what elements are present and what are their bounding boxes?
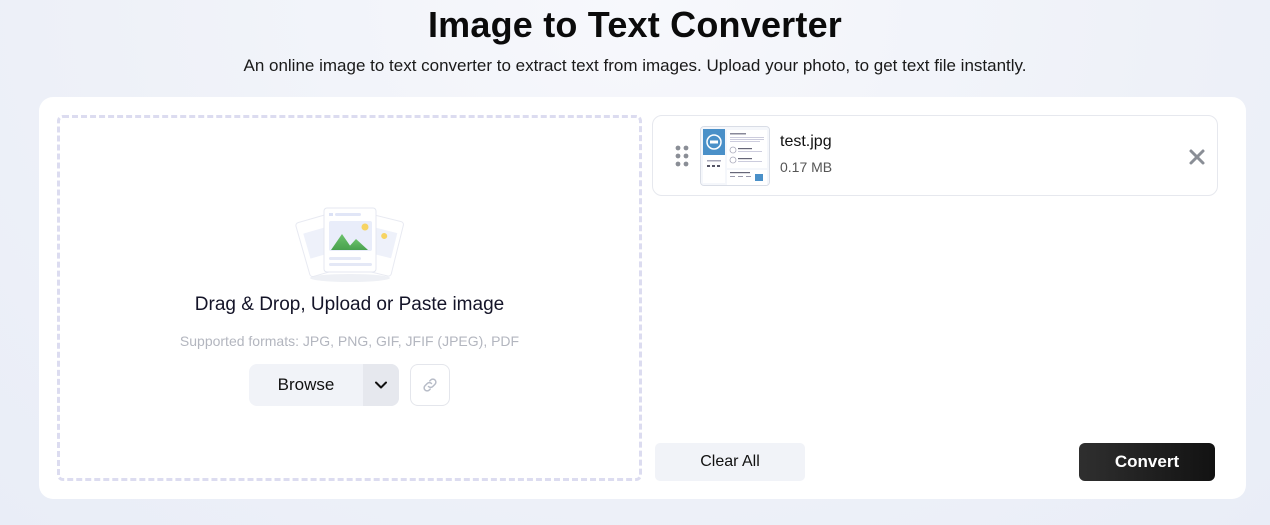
dropzone-title: Drag & Drop, Upload or Paste image — [194, 294, 505, 315]
page-subtitle: An online image to text converter to ext… — [243, 56, 1027, 75]
link-icon — [423, 378, 437, 392]
file-thumbnail — [700, 126, 770, 186]
clear-all-button[interactable]: Clear All — [655, 443, 805, 481]
upload-from-url-button[interactable] — [410, 364, 450, 406]
upload-dropzone[interactable]: Drag & Drop, Upload or Paste image Suppo… — [57, 115, 642, 481]
file-list-item: test.jpg 0.17 MB — [652, 115, 1218, 196]
browse-button[interactable]: Browse — [249, 364, 363, 406]
supported-formats: Supported formats: JPG, PNG, GIF, JFIF (… — [179, 333, 520, 349]
file-size: 0.17 MB — [780, 159, 833, 175]
page-title: Image to Text Converter — [427, 4, 843, 45]
browse-options-button[interactable] — [363, 364, 399, 406]
file-name: test.jpg — [780, 133, 832, 150]
converter-card: Drag & Drop, Upload or Paste image Suppo… — [39, 97, 1246, 499]
drag-handle-icon[interactable] — [675, 145, 689, 167]
image-stack-icon — [295, 207, 404, 282]
convert-button[interactable]: Convert — [1079, 443, 1215, 481]
chevron-down-icon — [375, 381, 387, 389]
close-icon[interactable] — [1188, 148, 1206, 166]
browse-button-group: Browse — [249, 364, 399, 406]
